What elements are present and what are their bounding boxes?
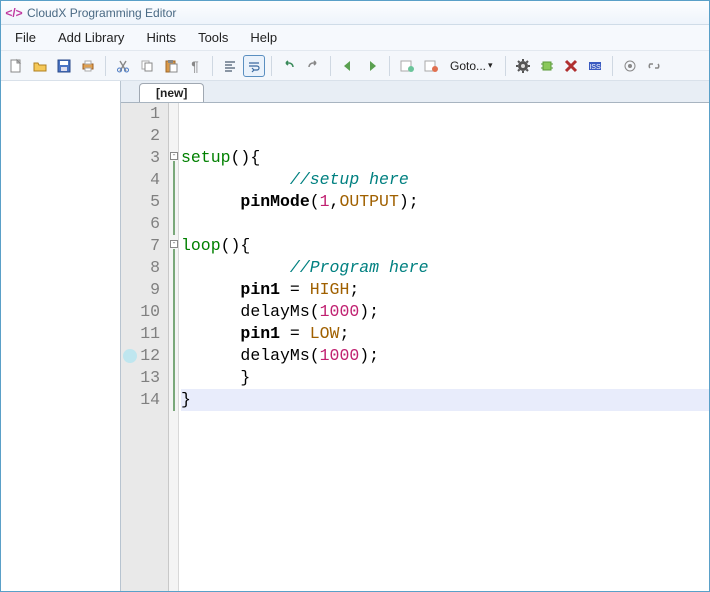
stop-icon[interactable]	[560, 55, 582, 77]
menubar: File Add Library Hints Tools Help	[1, 25, 709, 51]
dropdown-icon: ▾	[488, 60, 493, 71]
code-line: pin1 = HIGH;	[181, 279, 709, 301]
linenum: 8	[121, 257, 160, 279]
separator	[330, 56, 331, 76]
separator	[212, 56, 213, 76]
fold-line	[173, 249, 175, 411]
separator	[612, 56, 613, 76]
sidebar[interactable]	[1, 81, 121, 591]
menu-hints[interactable]: Hints	[136, 27, 186, 48]
gear-icon[interactable]	[512, 55, 534, 77]
pilcrow-icon[interactable]: ¶	[184, 55, 206, 77]
gutter: 1 2 3 4 5 6 7 8 9 10 11 12 13 14	[121, 103, 169, 591]
menu-help[interactable]: Help	[240, 27, 287, 48]
code-line: }	[181, 389, 709, 411]
linenum: 14	[121, 389, 160, 411]
new-file-icon[interactable]	[5, 55, 27, 77]
copy-icon[interactable]	[136, 55, 158, 77]
bookmark-icon[interactable]	[123, 349, 137, 363]
print-icon[interactable]	[77, 55, 99, 77]
code-line	[181, 125, 709, 147]
save-icon[interactable]	[53, 55, 75, 77]
code-line: delayMs(1000);	[181, 345, 709, 367]
linenum: 5	[121, 191, 160, 213]
cut-icon[interactable]	[112, 55, 134, 77]
code-line	[181, 103, 709, 125]
wrap-icon[interactable]	[243, 55, 265, 77]
linenum: 7	[121, 235, 160, 257]
tab-new[interactable]: [new]	[139, 83, 204, 102]
app-icon: </>	[7, 6, 21, 20]
bookmark-remove-icon[interactable]	[420, 55, 442, 77]
forward-icon[interactable]	[361, 55, 383, 77]
menu-file[interactable]: File	[5, 27, 46, 48]
separator	[389, 56, 390, 76]
bookmark-toggle-icon[interactable]	[396, 55, 418, 77]
window-title: CloudX Programming Editor	[27, 6, 176, 20]
fold-line	[173, 161, 175, 235]
separator	[271, 56, 272, 76]
linenum: 6	[121, 213, 160, 235]
back-icon[interactable]	[337, 55, 359, 77]
linenum: 9	[121, 279, 160, 301]
code-line: pin1 = LOW;	[181, 323, 709, 345]
open-folder-icon[interactable]	[29, 55, 51, 77]
separator	[105, 56, 106, 76]
iss-icon[interactable]: ISS	[584, 55, 606, 77]
code-line: loop(){	[181, 235, 709, 257]
link-icon[interactable]	[643, 55, 665, 77]
linenum: 13	[121, 367, 160, 389]
menu-add-library[interactable]: Add Library	[48, 27, 134, 48]
code-line: //Program here	[181, 257, 709, 279]
paste-icon[interactable]	[160, 55, 182, 77]
target-icon[interactable]	[619, 55, 641, 77]
linenum: 4	[121, 169, 160, 191]
goto-button[interactable]: Goto...▾	[444, 55, 499, 77]
titlebar[interactable]: </> CloudX Programming Editor	[1, 1, 709, 25]
tabbar: [new]	[121, 81, 709, 103]
code-text[interactable]: setup(){ //setup here pinMode(1,OUTPUT);…	[179, 103, 709, 591]
chip-icon[interactable]	[536, 55, 558, 77]
code-line: setup(){	[181, 147, 709, 169]
redo-icon[interactable]	[302, 55, 324, 77]
code-line: }	[181, 367, 709, 389]
linenum: 2	[121, 125, 160, 147]
content-area: [new] 1 2 3 4 5 6 7 8 9 10 11 12 13 1	[1, 81, 709, 591]
separator	[505, 56, 506, 76]
code-line	[181, 213, 709, 235]
code-line: delayMs(1000);	[181, 301, 709, 323]
fold-margin[interactable]: - -	[169, 103, 179, 591]
linenum: 3	[121, 147, 160, 169]
code-editor[interactable]: 1 2 3 4 5 6 7 8 9 10 11 12 13 14 -	[121, 103, 709, 591]
undo-icon[interactable]	[278, 55, 300, 77]
align-left-icon[interactable]	[219, 55, 241, 77]
code-line: //setup here	[181, 169, 709, 191]
svg-text:ISS: ISS	[589, 64, 601, 71]
code-line: pinMode(1,OUTPUT);	[181, 191, 709, 213]
toolbar: ¶ Goto...▾ ISS	[1, 51, 709, 81]
menu-tools[interactable]: Tools	[188, 27, 238, 48]
linenum: 10	[121, 301, 160, 323]
fold-toggle-icon[interactable]: -	[170, 240, 178, 248]
app-window: </> CloudX Programming Editor File Add L…	[0, 0, 710, 592]
linenum: 11	[121, 323, 160, 345]
linenum: 1	[121, 103, 160, 125]
fold-toggle-icon[interactable]: -	[170, 152, 178, 160]
editor-area: [new] 1 2 3 4 5 6 7 8 9 10 11 12 13 1	[121, 81, 709, 591]
